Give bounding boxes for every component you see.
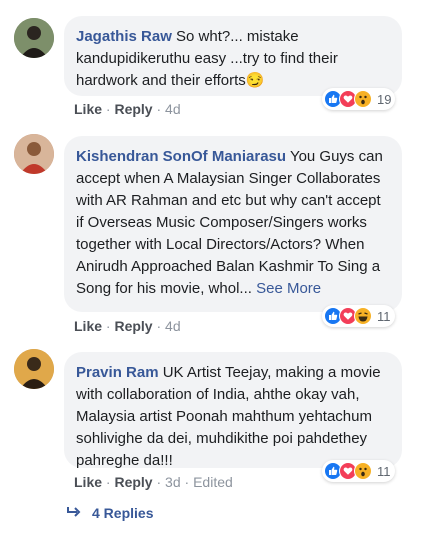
comment-author[interactable]: Kishendran SonOf Maniarasu	[76, 148, 286, 165]
like-link[interactable]: Like	[74, 474, 102, 490]
smirk-emoji-icon: 😏	[245, 72, 265, 89]
reply-link[interactable]: Reply	[114, 101, 152, 117]
reply-link[interactable]: Reply	[114, 318, 152, 334]
comment-actions: Like · Reply · 3d · Edited	[74, 473, 233, 491]
separator: ·	[156, 318, 166, 334]
reaction-count: 11	[377, 308, 391, 324]
wow-icon	[354, 462, 372, 480]
comment-author[interactable]: Jagathis Raw	[76, 28, 172, 45]
reaction-summary[interactable]: 19	[322, 88, 396, 110]
comment-actions: Like · Reply · 4d	[74, 100, 181, 118]
comment-bubble: Jagathis Raw So wht?... mistake kandupid…	[64, 16, 402, 96]
separator: ·	[156, 474, 166, 490]
view-replies-link[interactable]: 4 Replies	[66, 505, 153, 521]
comment-author[interactable]: Pravin Ram	[76, 364, 159, 381]
haha-icon	[354, 307, 372, 325]
edited-label: Edited	[193, 474, 233, 490]
replies-label: 4 Replies	[92, 505, 154, 521]
comment-bubble: Pravin Ram UK Artist Teejay, making a mo…	[64, 352, 402, 469]
like-link[interactable]: Like	[74, 318, 102, 334]
separator: ·	[184, 474, 194, 490]
reply-arrow-icon	[66, 505, 82, 521]
comment-timestamp[interactable]: 4d	[165, 318, 181, 334]
reaction-summary[interactable]: 11	[322, 460, 395, 482]
comment-bubble: Kishendran SonOf Maniarasu You Guys can …	[64, 136, 402, 312]
wow-icon	[354, 90, 372, 108]
reaction-count: 19	[377, 91, 392, 107]
see-more-link[interactable]: See More	[256, 280, 321, 297]
avatar[interactable]	[14, 349, 54, 389]
avatar[interactable]	[14, 134, 54, 174]
comment-timestamp[interactable]: 3d	[165, 474, 181, 490]
reaction-count: 11	[377, 463, 391, 479]
comment-timestamp[interactable]: 4d	[165, 101, 181, 117]
like-link[interactable]: Like	[74, 101, 102, 117]
comment-text: You Guys can accept when A Malaysian Sin…	[76, 148, 383, 297]
comment-actions: Like · Reply · 4d	[74, 317, 181, 335]
reply-link[interactable]: Reply	[114, 474, 152, 490]
reaction-summary[interactable]: 11	[322, 305, 395, 327]
avatar[interactable]	[14, 18, 54, 58]
separator: ·	[156, 101, 166, 117]
